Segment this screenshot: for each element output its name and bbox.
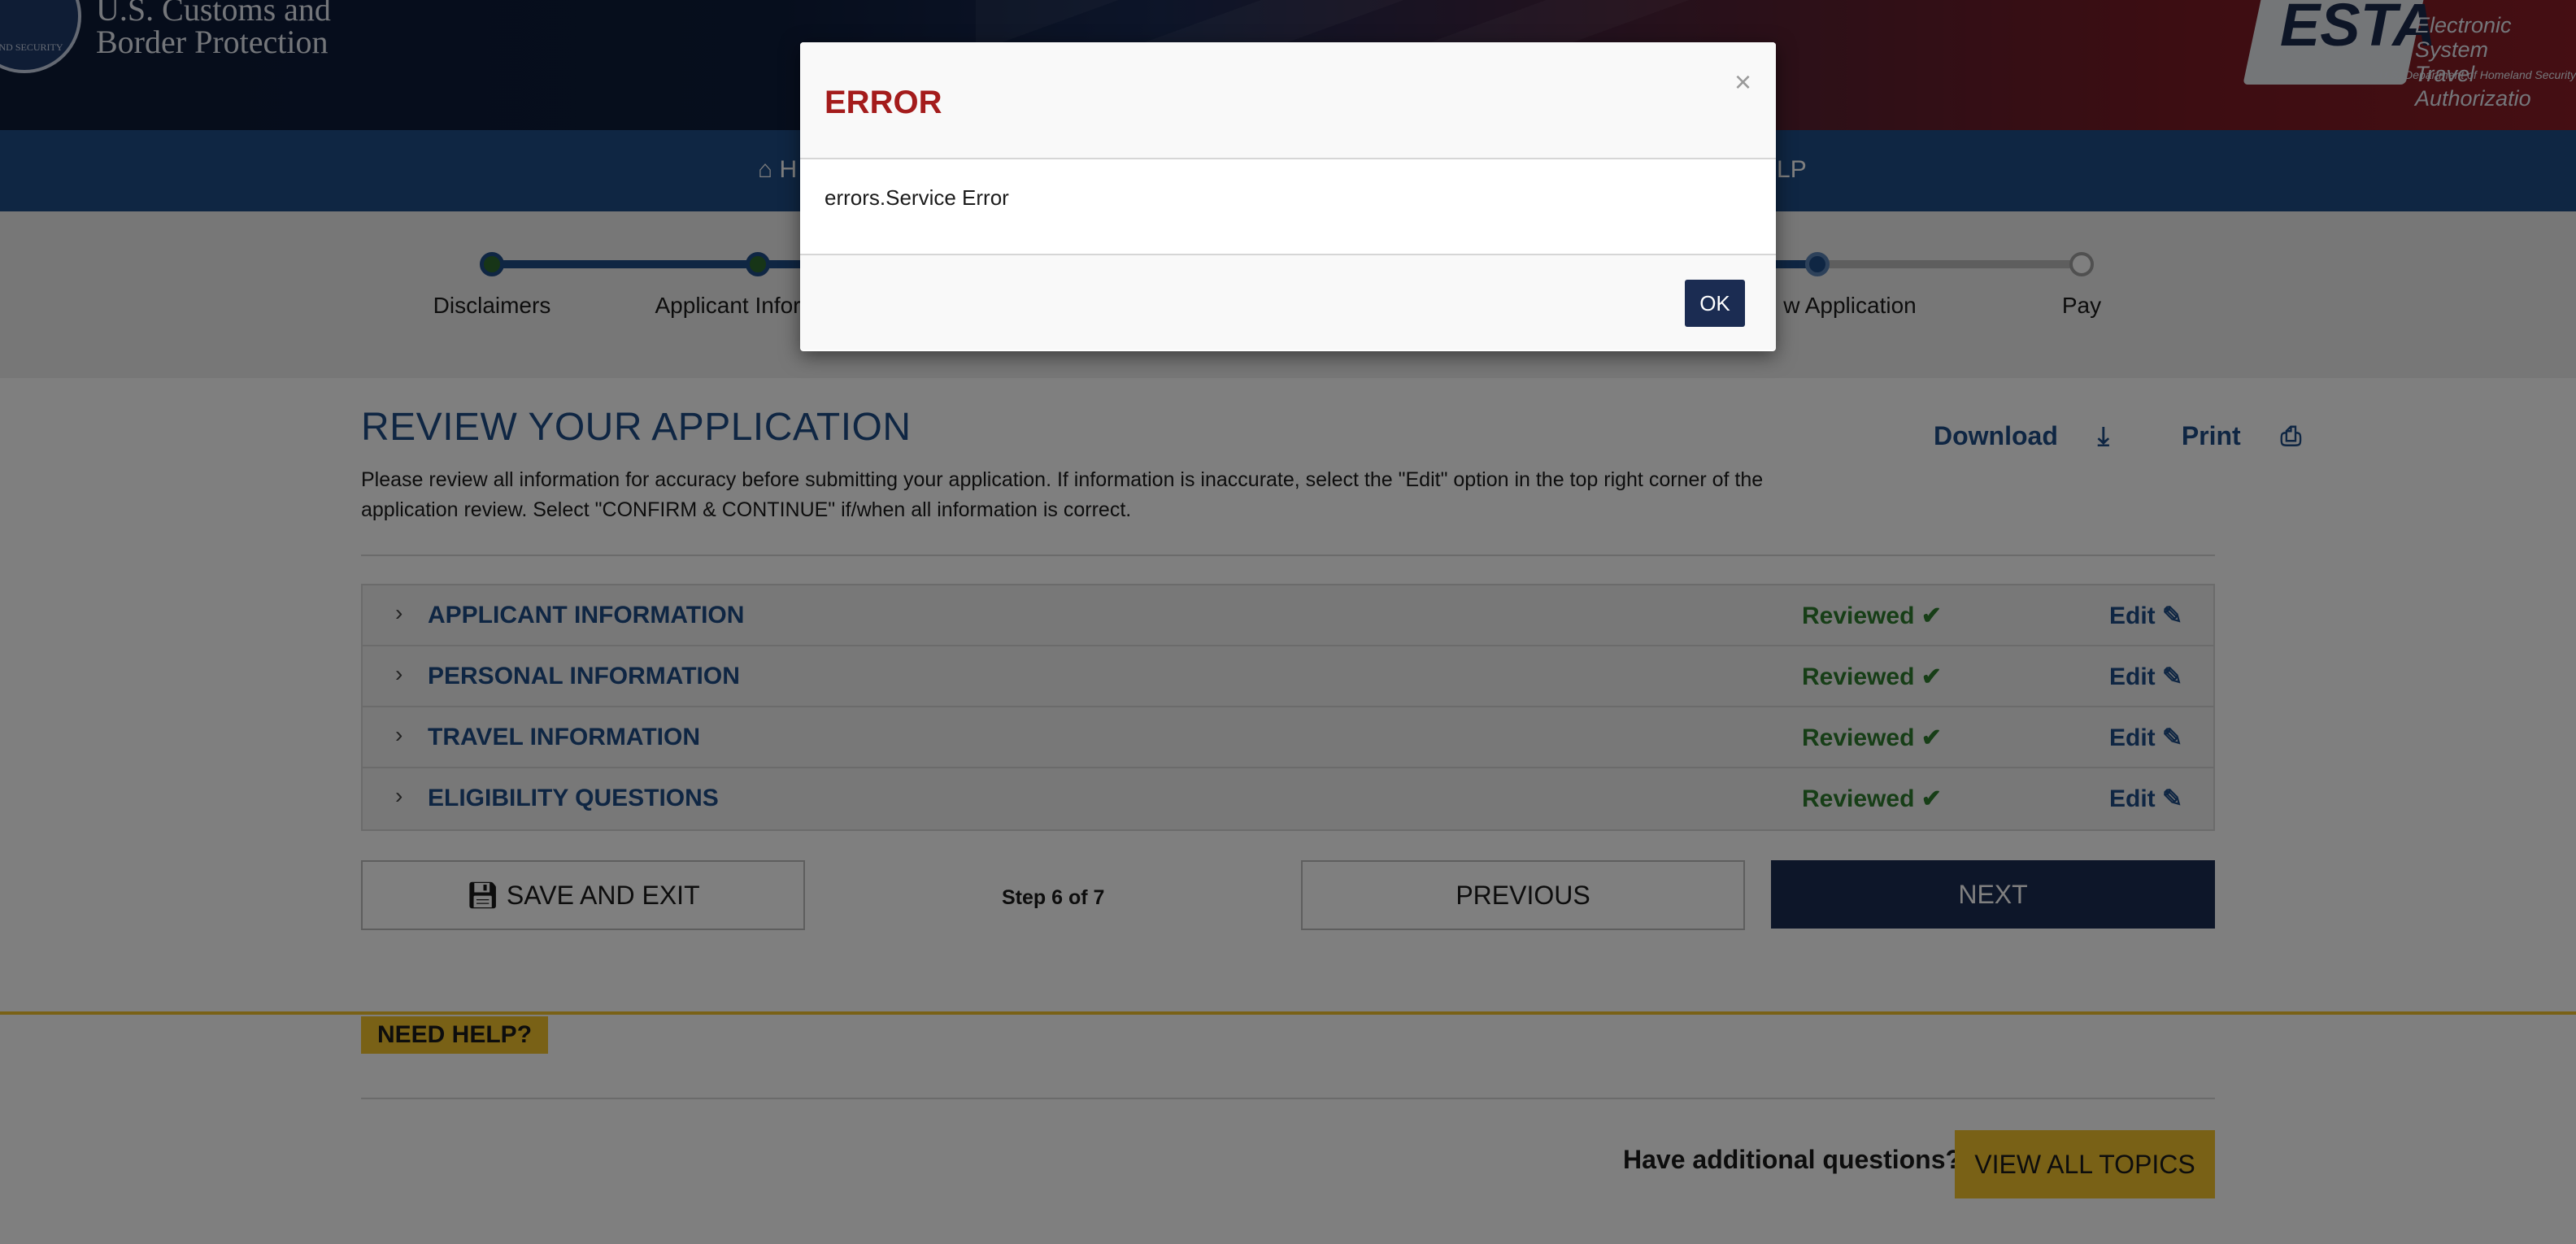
error-dialog: ERROR × errors.Service Error OK xyxy=(800,42,1776,351)
dialog-body: errors.Service Error xyxy=(800,159,1776,255)
dialog-footer: OK xyxy=(800,255,1776,350)
dialog-header: ERROR × xyxy=(800,42,1776,159)
error-message: errors.Service Error xyxy=(825,185,1009,210)
close-icon[interactable]: × xyxy=(1734,65,1751,99)
ok-button[interactable]: OK xyxy=(1685,280,1745,327)
dialog-title: ERROR xyxy=(825,85,942,120)
